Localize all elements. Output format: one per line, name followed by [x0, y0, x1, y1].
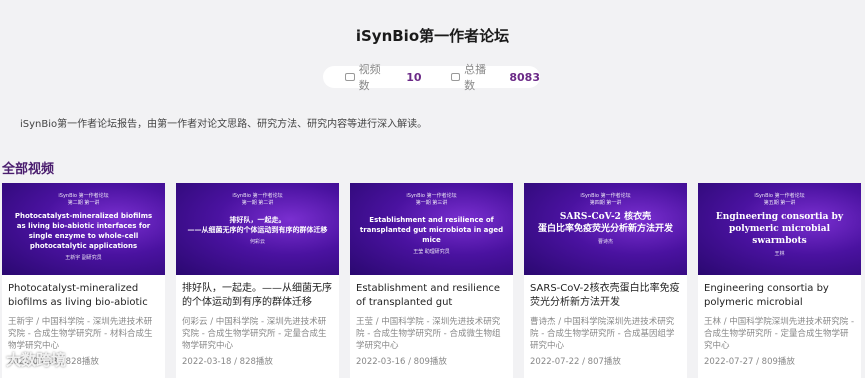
thumbnail-speaker: 何彩云 — [249, 239, 265, 245]
stats-bar: 视频数 10 总播数 8083 — [323, 63, 540, 92]
video-author-meta: 曹诗杰 / 中国科学院深圳先进技术研究院 - 合成生物学研究所 - 合成基因组学… — [530, 317, 675, 351]
tv-icon — [450, 73, 461, 81]
video-date-plays: 2022-03-18 / 828播放 — [182, 357, 273, 367]
play-count-stat: 总播数 8083 — [450, 63, 540, 92]
thumbnail-series: iSynBio 第一作者论坛 第一期 第三讲 — [406, 193, 457, 206]
video-author-meta: 何彩云 / 中国科学院 - 深圳先进技术研究院 - 合成生物学研究所 - 定量合… — [182, 317, 327, 351]
thumbnail-speaker: 王林 — [774, 251, 785, 257]
thumbnail-series: iSynBio 第一作者论坛 第五期 第一讲 — [754, 193, 805, 206]
video-card[interactable]: iSynBio 第一作者论坛 第五期 第一讲 Engineering conso… — [698, 183, 861, 378]
video-thumbnail[interactable]: iSynBio 第一作者论坛 第一期 第二讲 排好队，一起走。 ——从细菌无序的… — [176, 183, 339, 275]
thumbnail-title: Establishment and resilience of transpla… — [359, 216, 504, 244]
video-count-value: 10 — [406, 70, 422, 84]
thumbnail-title: Engineering consortia by polymeric micro… — [715, 212, 844, 246]
video-author-meta: 王莹 / 中国科学院 - 深圳先进技术研究院 - 合成生物学研究所 - 合成微生… — [356, 317, 501, 351]
thumbnail-title: Photocatalyst-mineralized biofilms as li… — [14, 212, 153, 250]
video-author-meta: 王新宇 / 中国科学院 - 深圳先进技术研究院 - 合成生物学研究所 - 材料合… — [8, 317, 153, 351]
thumbnail-speaker: 王莹 助理研究员 — [413, 249, 450, 255]
video-title[interactable]: 排好队，一起走。——从细菌无序的个体运动到有序的群体迁移 — [176, 282, 339, 310]
video-author-meta: 王林 / 中国科学院深圳先进技术研究院 - 合成生物学研究所 - 定量合成生物学… — [704, 317, 855, 351]
video-thumbnail[interactable]: iSynBio 第一作者论坛 第一期 第三讲 Establishment and… — [350, 183, 513, 275]
video-count-stat: 视频数 10 — [345, 63, 422, 92]
video-thumbnail[interactable]: iSynBio 第一作者论坛 第五期 第一讲 Engineering conso… — [698, 183, 861, 275]
video-title[interactable]: Establishment and resilience of transpla… — [350, 282, 513, 310]
video-thumbnail[interactable]: iSynBio 第一作者论坛 第二期 第一讲 Photocatalyst-min… — [2, 183, 165, 275]
thumbnail-title: SARS-CoV-2 核衣壳 蛋白比率免疫荧光分析新方法开发 — [537, 212, 673, 234]
video-card[interactable]: iSynBio 第一作者论坛 第四期 第一讲 SARS-CoV-2 核衣壳 蛋白… — [524, 183, 687, 378]
video-title[interactable]: Photocatalyst-mineralized biofilms as li… — [2, 282, 165, 310]
page-title: iSynBio第一作者论坛 — [355, 27, 510, 45]
video-card[interactable]: iSynBio 第一作者论坛 第一期 第二讲 排好队，一起走。 ——从细菌无序的… — [176, 183, 339, 378]
thumbnail-speaker: 王新宇 副研究员 — [65, 255, 102, 261]
video-title[interactable]: SARS-CoV-2核衣壳蛋白比率免疫荧光分析新方法开发 — [524, 282, 687, 310]
thumbnail-series: iSynBio 第一作者论坛 第四期 第一讲 — [580, 193, 631, 206]
video-date-plays: 2022-07-22 / 807播放 — [530, 357, 621, 367]
video-card[interactable]: iSynBio 第一作者论坛 第一期 第三讲 Establishment and… — [350, 183, 513, 378]
video-icon — [345, 73, 355, 81]
video-title[interactable]: Engineering consortia by polymeric micro… — [698, 282, 861, 310]
thumbnail-speaker: 曹诗杰 — [597, 239, 613, 245]
thumbnail-title: 排好队，一起走。 ——从细菌无序的个体运动到有序的群体迁移 — [187, 216, 328, 234]
section-title: 全部视频 — [2, 162, 55, 177]
page-description: iSynBio第一作者论坛报告，由第一作者对论文思路、研究方法、研究内容等进行深… — [20, 119, 428, 130]
play-count-label: 总播数 — [464, 63, 487, 92]
video-date-plays: 2022-07-27 / 809播放 — [704, 357, 795, 367]
watermark: 大数跨境 — [6, 351, 67, 369]
video-thumbnail[interactable]: iSynBio 第一作者论坛 第四期 第一讲 SARS-CoV-2 核衣壳 蛋白… — [524, 183, 687, 275]
thumbnail-series: iSynBio 第一作者论坛 第一期 第二讲 — [232, 193, 283, 206]
video-date-plays: 2022-03-16 / 809播放 — [356, 357, 447, 367]
video-count-label: 视频数 — [358, 63, 381, 92]
thumbnail-series: iSynBio 第一作者论坛 第二期 第一讲 — [58, 193, 109, 206]
play-count-value: 8083 — [509, 70, 540, 84]
